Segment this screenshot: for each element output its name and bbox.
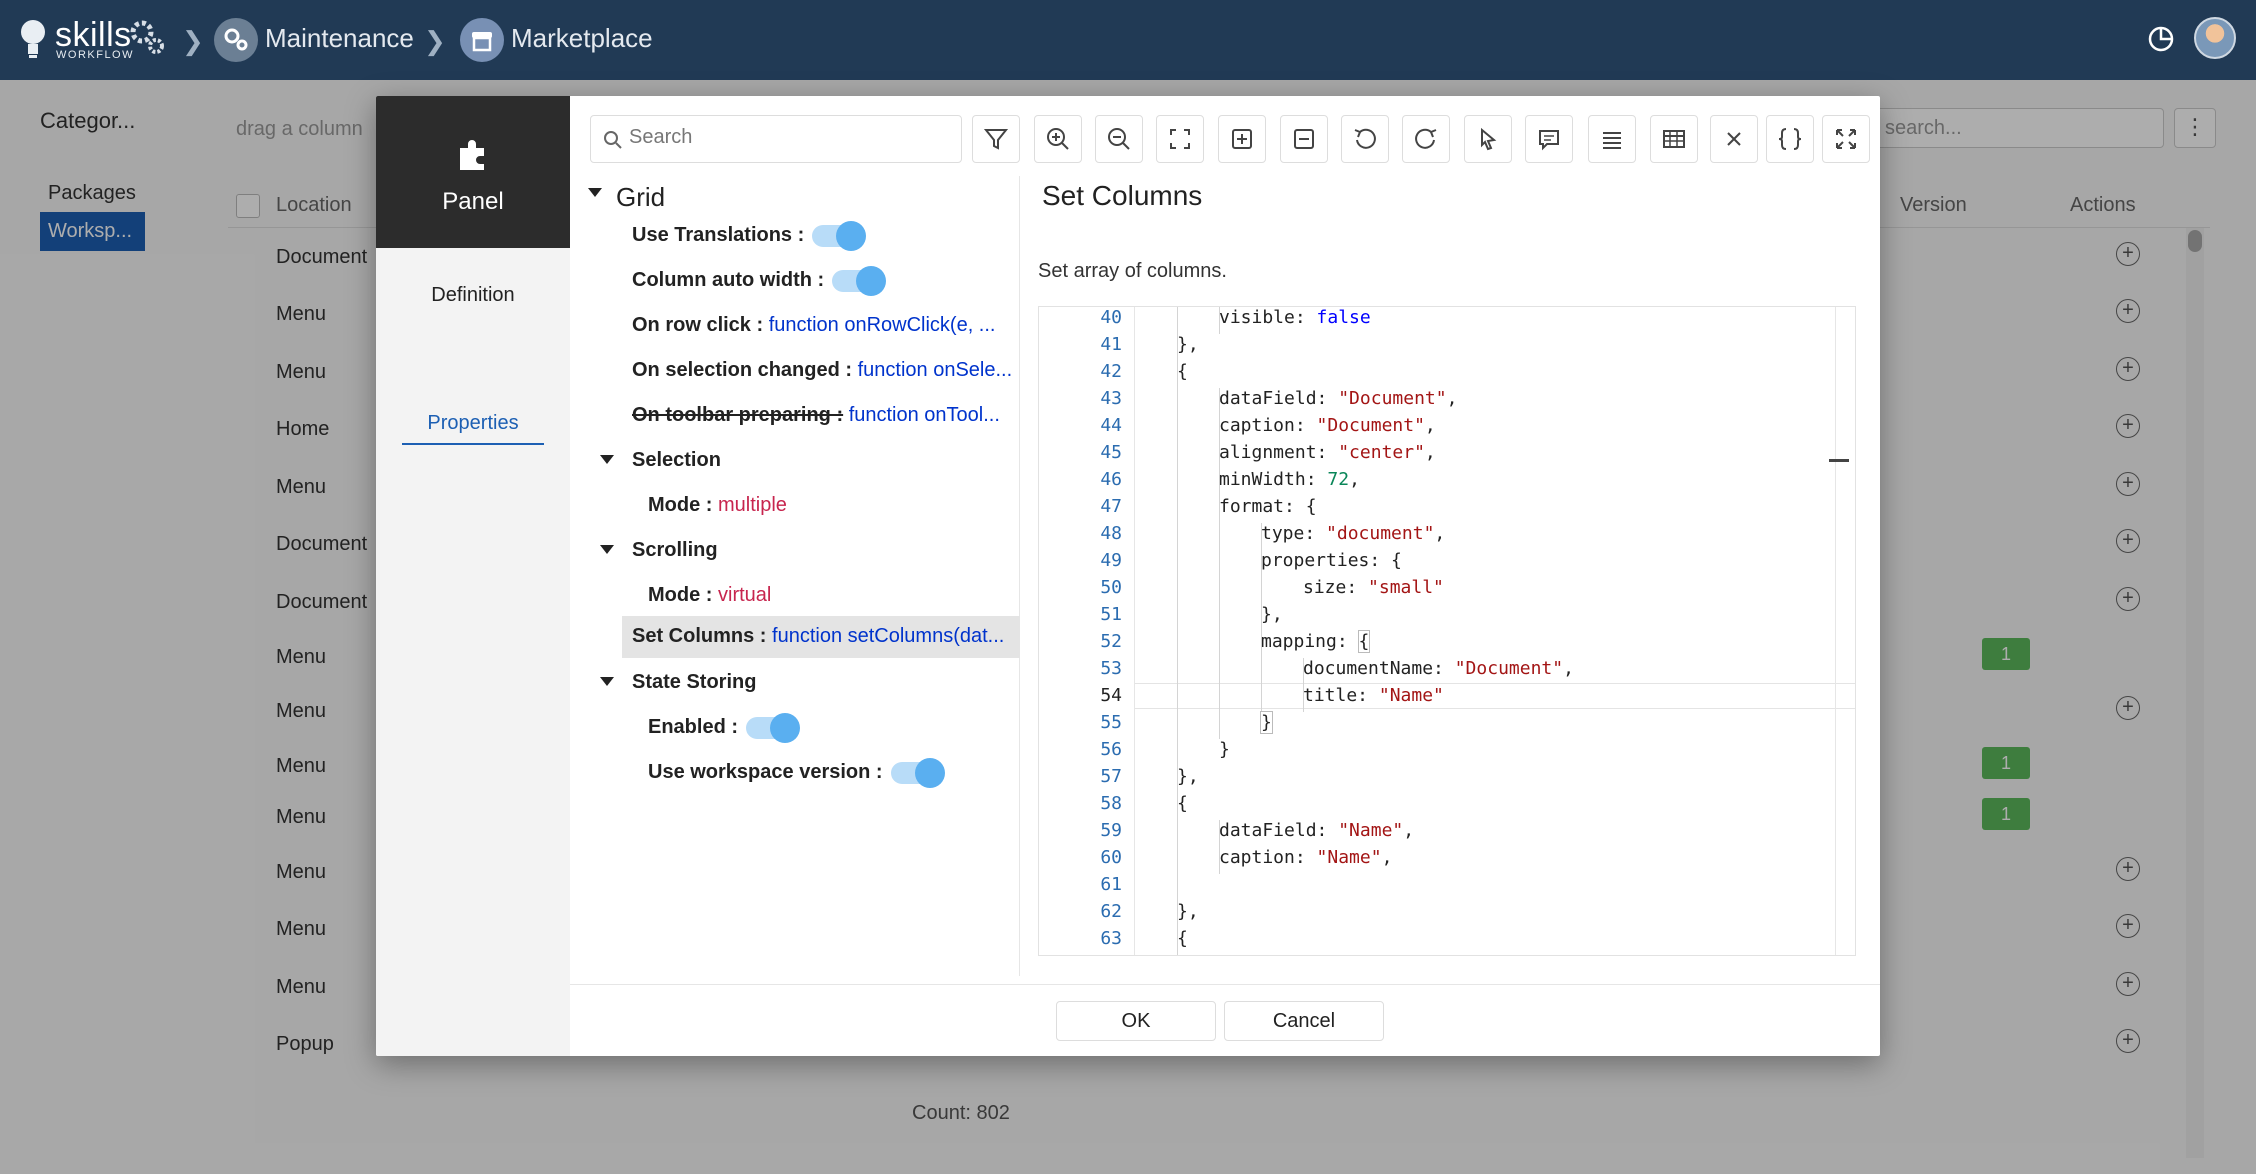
use-workspace-version-toggle[interactable] — [890, 757, 945, 788]
comment-icon — [1539, 130, 1559, 151]
select-button[interactable] — [1464, 115, 1512, 163]
scroll-position-marker — [1829, 459, 1849, 462]
prop-scrolling-mode[interactable]: Mode : virtual — [570, 576, 1020, 618]
filter-button[interactable] — [972, 115, 1020, 163]
minus-square-icon — [1294, 129, 1314, 149]
pie-chart-icon[interactable] — [2146, 24, 2176, 54]
prop-on-selection-changed[interactable]: On selection changed : function onSele..… — [570, 351, 1020, 393]
undo-icon — [1354, 128, 1376, 149]
chevron-right-icon: ❯ — [424, 26, 446, 56]
table-icon — [1663, 130, 1685, 148]
fullscreen-button[interactable] — [1822, 115, 1870, 163]
editor-title: Set Columns — [1042, 180, 1203, 211]
enabled-toggle[interactable] — [746, 712, 801, 743]
editor-scrollbar[interactable] — [1835, 307, 1836, 955]
tree-root-grid[interactable]: Grid — [570, 176, 1020, 218]
breadcrumb-maintenance[interactable]: Maintenance — [265, 23, 414, 54]
prop-enabled[interactable]: Enabled : — [570, 708, 1020, 750]
prop-selection-mode[interactable]: Mode : multiple — [570, 486, 1020, 528]
dialog-footer: OK Cancel — [570, 984, 1880, 1056]
editor-description: Set array of columns. — [1038, 260, 1227, 282]
prop-on-row-click[interactable]: On row click : function onRowClick(e, ..… — [570, 306, 1020, 348]
caret-down-icon[interactable] — [600, 677, 614, 686]
cancel-button[interactable]: Cancel — [1224, 1001, 1384, 1041]
tab-properties[interactable]: Properties — [402, 412, 544, 445]
prop-use-translations[interactable]: Use Translations : — [570, 216, 1020, 258]
undo-button[interactable] — [1341, 115, 1389, 163]
breadcrumb-marketplace[interactable]: Marketplace — [511, 23, 653, 54]
comment-button[interactable] — [1525, 115, 1573, 163]
properties-dialog: Panel Definition Properties Search Grid … — [376, 96, 1880, 1056]
code-editor[interactable]: 40 41 42 43 44 45 46 47 48 49 50 51 52 5… — [1038, 306, 1856, 956]
prop-set-columns[interactable]: Set Columns : function setColumns(dat... — [622, 616, 1020, 658]
prop-use-workspace-version[interactable]: Use workspace version : — [570, 753, 1020, 795]
property-tree: Grid Use Translations : Column auto widt… — [570, 176, 1020, 976]
ok-button[interactable]: OK — [1056, 1001, 1216, 1041]
code-text: visible: false }, { dataField: "Document… — [1177, 307, 1574, 949]
prop-on-toolbar-preparing[interactable]: On toolbar preparing : function onTool..… — [570, 396, 1020, 438]
chevron-right-icon: ❯ — [182, 26, 204, 56]
align-justify-icon — [1603, 132, 1621, 149]
zoom-out-icon — [1108, 128, 1130, 150]
filter-icon — [983, 129, 1009, 150]
braces-icon — [1778, 128, 1802, 150]
caret-down-icon[interactable] — [600, 455, 614, 464]
close-icon — [1727, 132, 1741, 146]
redo-icon — [1415, 128, 1437, 149]
prop-column-auto-width[interactable]: Column auto width : — [570, 261, 1020, 303]
top-navbar: skills WORKFLOW ❯ Maintenance ❯ Marketpl… — [0, 0, 2256, 80]
format-button[interactable] — [1588, 115, 1636, 163]
collapse-all-button[interactable] — [1280, 115, 1328, 163]
tree-group-state-storing[interactable]: State Storing — [570, 663, 1020, 705]
fit-icon — [1170, 129, 1190, 149]
dialog-content: Grid Use Translations : Column auto widt… — [570, 96, 1880, 1056]
code-braces-button[interactable] — [1766, 115, 1814, 163]
caret-down-icon[interactable] — [588, 188, 602, 197]
marketplace-store-icon — [460, 18, 504, 62]
maintenance-gears-icon — [214, 18, 258, 62]
line-number-gutter: 40 41 42 43 44 45 46 47 48 49 50 51 52 5… — [1039, 307, 1135, 955]
puzzle-icon — [460, 140, 484, 170]
expand-all-button[interactable] — [1218, 115, 1266, 163]
property-search[interactable] — [590, 115, 962, 163]
skills-workflow-logo[interactable]: skills WORKFLOW — [18, 14, 168, 64]
property-editor: Set Columns Set array of columns. 40 41 … — [1020, 176, 1880, 976]
zoom-in-button[interactable] — [1034, 115, 1082, 163]
tree-group-selection[interactable]: Selection — [570, 441, 1020, 483]
user-avatar[interactable] — [2194, 17, 2236, 59]
tree-group-scrolling[interactable]: Scrolling — [570, 531, 1020, 573]
dialog-sidebar: Panel Definition Properties — [376, 96, 570, 1056]
column-auto-width-toggle[interactable] — [832, 265, 887, 296]
zoom-out-button[interactable] — [1095, 115, 1143, 163]
caret-down-icon[interactable] — [600, 545, 614, 554]
search-input[interactable] — [629, 126, 949, 149]
gears-icon — [130, 20, 164, 54]
panel-label: Panel — [442, 188, 504, 215]
cursor-pointer-icon — [1481, 127, 1497, 151]
lightbulb-icon — [21, 20, 45, 58]
search-icon — [604, 131, 622, 149]
use-translations-toggle[interactable] — [812, 220, 867, 251]
plus-square-icon — [1232, 129, 1252, 149]
redo-button[interactable] — [1402, 115, 1450, 163]
panel-header: Panel — [376, 96, 570, 248]
tab-definition[interactable]: Definition — [376, 284, 570, 307]
expand-arrows-icon — [1836, 129, 1856, 149]
fit-button[interactable] — [1156, 115, 1204, 163]
zoom-in-icon — [1047, 128, 1069, 150]
close-button[interactable] — [1710, 115, 1758, 163]
table-button[interactable] — [1650, 115, 1698, 163]
logo-subtext: WORKFLOW — [56, 49, 134, 61]
